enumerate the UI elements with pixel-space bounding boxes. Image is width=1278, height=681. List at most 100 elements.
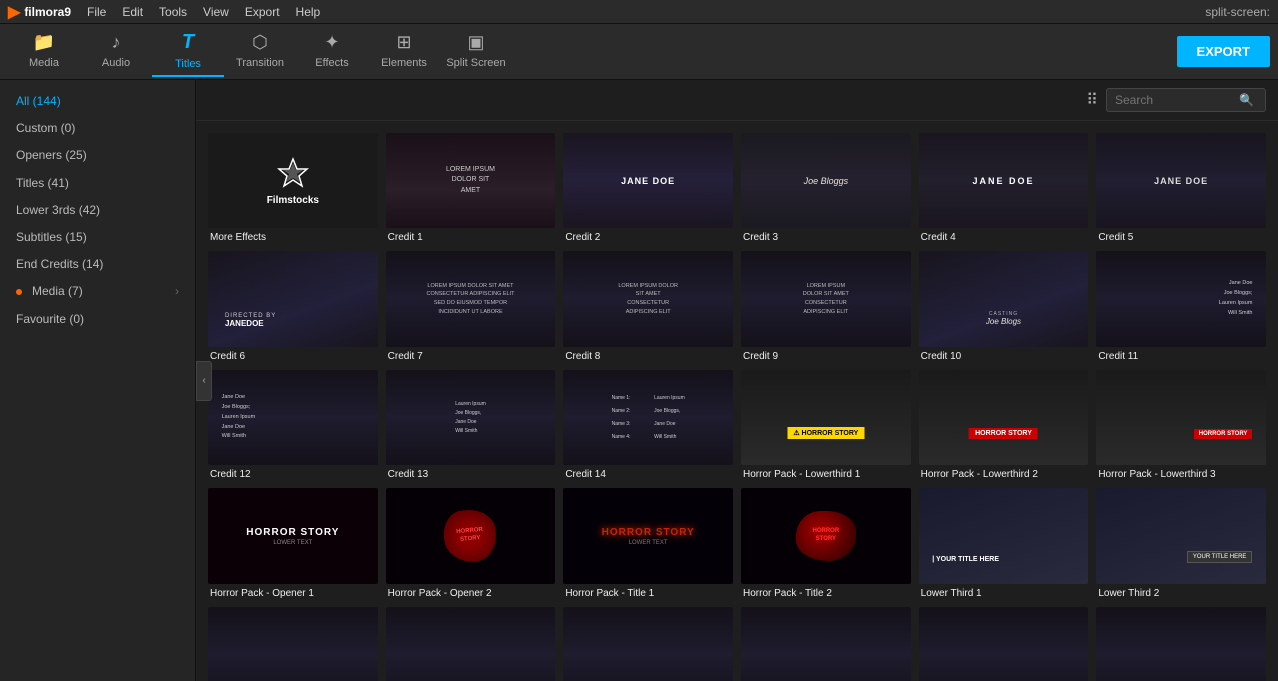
list-item[interactable]: HORRORSTORY Horror Pack - Title 2 [737,484,915,602]
list-item[interactable] [559,603,737,681]
list-item[interactable]: Filmstocks More Effects [204,129,382,247]
menu-file[interactable]: File [87,5,106,19]
list-item[interactable]: JANE DOE Credit 5 [1092,129,1270,247]
thumbnail: HORROR STORY LOWER TEXT [563,488,733,583]
list-item[interactable] [204,603,382,681]
chevron-right-icon: › [175,282,179,301]
toolbar-transition-label: Transition [236,57,284,69]
thumbnail: HORROR STORY [1096,370,1266,465]
item-label: Credit 12 [208,469,378,480]
list-item[interactable] [382,603,560,681]
thumbnail: YOUR TITLE HERE [1096,488,1266,583]
search-box: 🔍 [1106,88,1266,112]
thumbnail: Filmstocks [208,133,378,228]
list-item[interactable]: ⚠ HORROR STORY Horror Pack - Lowerthird … [737,366,915,484]
thumbnail: JANE DOE [1096,133,1266,228]
thumbnail: JANE DOE [919,133,1089,228]
toolbar-splitscreen[interactable]: ▣ Split Screen [440,27,512,77]
sidebar-item-favourite[interactable]: Favourite (0) [0,306,195,333]
item-label: Credit 1 [386,232,556,243]
grid-view-icon[interactable]: ⠿ [1086,90,1098,110]
sidebar-item-custom[interactable]: Custom (0) [0,115,195,142]
thumbnail: | YOUR TITLE HERE [919,488,1089,583]
splitscreen-icon: ▣ [467,32,484,53]
list-item[interactable] [1092,603,1270,681]
list-item[interactable]: HORROR STORY Horror Pack - Lowerthird 3 [1092,366,1270,484]
toolbar-transition[interactable]: ⬡ Transition [224,27,296,77]
list-item[interactable]: JANE DOE Credit 4 [915,129,1093,247]
menu-view[interactable]: View [203,5,229,19]
toolbar-effects-label: Effects [315,57,348,69]
effects-icon: ✦ [324,32,339,53]
list-item[interactable]: LOREM IPSUMDOLOR SIT AMETCONSECTETURADIP… [737,247,915,365]
sidebar-item-lower3rds[interactable]: Lower 3rds (42) [0,197,195,224]
sidebar-item-titles[interactable]: Titles (41) [0,170,195,197]
item-label: Lower Third 1 [919,588,1089,599]
item-label: Horror Pack - Lowerthird 3 [1096,469,1266,480]
list-item[interactable]: HORROR STORY Horror Pack - Lowerthird 2 [915,366,1093,484]
thumbnail: Lauren IpsumJoe Bloggs,Jane DoeWill Smit… [386,370,556,465]
toolbar-audio[interactable]: ♪ Audio [80,27,152,77]
thumbnail: LOREM IPSUMDOLOR SIT AMETCONSECTETURADIP… [741,251,911,346]
thumbnail: Casting Joe Blogs [919,251,1089,346]
list-item[interactable] [737,603,915,681]
menu-help[interactable]: Help [296,5,321,19]
thumbnail [741,607,911,681]
list-item[interactable]: DIRECTED BY JANEDOE Credit 6 [204,247,382,365]
thumbnail: Name 1:Lauren Ipsum Name 2:Joe Bloggs, N… [563,370,733,465]
list-item[interactable]: Jane DoeJoe Bloggs;Lauren IpsumWill Smit… [1092,247,1270,365]
sidebar-item-all[interactable]: All (144) [0,88,195,115]
list-item[interactable]: Casting Joe Blogs Credit 10 [915,247,1093,365]
toolbar-elements[interactable]: ⊞ Elements [368,27,440,77]
list-item[interactable]: LOREM IPSUMDOLOR SITAMET Credit 1 [382,129,560,247]
sidebar-collapse-button[interactable]: ‹ [196,361,212,401]
list-item[interactable]: Lauren IpsumJoe Bloggs,Jane DoeWill Smit… [382,366,560,484]
item-label: Horror Pack - Title 2 [741,588,911,599]
item-label: Credit 5 [1096,232,1266,243]
menu-export[interactable]: Export [245,5,280,19]
item-label: Credit 7 [386,351,556,362]
list-item[interactable]: YOUR TITLE HERE Lower Third 2 [1092,484,1270,602]
toolbar-effects[interactable]: ✦ Effects [296,27,368,77]
list-item[interactable]: HORRORSTORY Horror Pack - Opener 2 [382,484,560,602]
thumbnail [563,607,733,681]
list-item[interactable]: LOREM IPSUM DOLORSIT AMETCONSECTETURADIP… [559,247,737,365]
toolbar-audio-label: Audio [102,57,130,69]
audio-icon: ♪ [112,32,121,53]
list-item[interactable]: Name 1:Lauren Ipsum Name 2:Joe Bloggs, N… [559,366,737,484]
titles-icon: T [182,31,194,54]
item-label: Credit 8 [563,351,733,362]
toolbar-media[interactable]: 📁 Media [8,27,80,77]
list-item[interactable]: Joe Bloggs Credit 3 [737,129,915,247]
item-label: Credit 3 [741,232,911,243]
content-header: ⠿ 🔍 [196,80,1278,121]
sidebar-item-media[interactable]: Media (7) › [0,278,195,305]
search-input[interactable] [1115,93,1235,107]
export-button[interactable]: EXPORT [1177,36,1270,67]
list-item[interactable]: JANE DOE Credit 2 [559,129,737,247]
thumbnail: JANE DOE [563,133,733,228]
sidebar-item-openers[interactable]: Openers (25) [0,142,195,169]
list-item[interactable]: HORROR STORY LOWER TEXT Horror Pack - Ti… [559,484,737,602]
list-item[interactable]: Jane DoeJoe Bloggs;Lauren IpsumJane DoeW… [204,366,382,484]
thumbnail [919,607,1089,681]
menu-bar: ▶ filmora9 File Edit Tools View Export H… [0,0,1278,24]
logo-icon: ▶ [8,2,20,22]
transition-icon: ⬡ [252,32,268,53]
sidebar-item-endcredits[interactable]: End Credits (14) [0,251,195,278]
toolbar-titles[interactable]: T Titles [152,27,224,77]
list-item[interactable]: HORROR STORY LOWER TEXT Horror Pack - Op… [204,484,382,602]
search-icon[interactable]: 🔍 [1239,93,1254,107]
toolbar-splitscreen-label: Split Screen [446,57,505,69]
list-item[interactable] [915,603,1093,681]
thumbnail: HORRORSTORY [386,488,556,583]
sidebar: All (144) Custom (0) Openers (25) Titles… [0,80,196,681]
menu-edit[interactable]: Edit [122,5,143,19]
list-item[interactable]: LOREM IPSUM DOLOR SIT AMETCONSECTETUR AD… [382,247,560,365]
media-icon: 📁 [33,32,55,53]
app-logo: ▶ filmora9 [8,2,71,22]
list-item[interactable]: | YOUR TITLE HERE Lower Third 1 [915,484,1093,602]
menu-tools[interactable]: Tools [159,5,187,19]
thumbnail: Jane DoeJoe Bloggs;Lauren IpsumJane DoeW… [208,370,378,465]
sidebar-item-subtitles[interactable]: Subtitles (15) [0,224,195,251]
